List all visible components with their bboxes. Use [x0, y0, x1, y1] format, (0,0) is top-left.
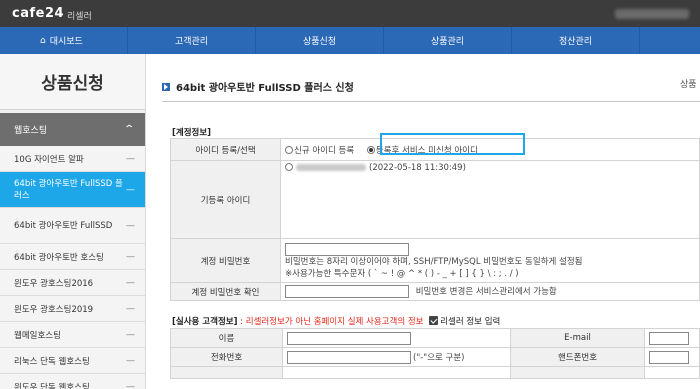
radio-new-id[interactable]: 신규 아이디 등록: [285, 145, 355, 156]
sidebar-item-giant-alpha[interactable]: 10G 자이언트 알파 —: [0, 146, 145, 172]
password-confirm-input[interactable]: [285, 285, 409, 298]
name-input[interactable]: [287, 331, 411, 345]
extra-row-label-2: [510, 366, 645, 379]
sidebar-item-label: 64bit 광아우토반 FullSSD 플러스: [14, 178, 123, 201]
existing-id-cell: (2022-05-18 11:30:49): [280, 160, 700, 239]
sidebar-item-label: 윈도우 광호스팅2019: [14, 304, 94, 315]
sidebar-item-label: 윈도우 단독 웹호스팅: [14, 382, 90, 389]
sidebar-item-label: 64bit 광아우토반 FullSSD: [14, 220, 113, 231]
minus-icon: —: [126, 251, 135, 262]
minus-icon: —: [126, 355, 135, 366]
sidebar-item-windows-2019[interactable]: 윈도우 광호스팅2019 —: [0, 296, 145, 322]
email-cell: [644, 328, 700, 348]
pw-cell: 비밀번호는 8자리 이상이어야 하며, SSH/FTP/MySQL 비밀번호도 …: [280, 238, 700, 283]
phone-cell: ("-"으로 구분): [282, 347, 511, 367]
pw-confirm-help: 비밀번호 변경은 서비스관리에서 가능함: [415, 287, 557, 297]
customer-section-title: [실사용 고객정보]: [172, 317, 238, 327]
nav-dashboard[interactable]: ⌂ 대시보드: [0, 27, 128, 54]
sidebar-item-fullssd[interactable]: 64bit 광아우토반 FullSSD —: [0, 208, 145, 244]
customer-section-header: [실사용 고객정보] : 리셀러정보가 아닌 홈페이지 실제 사용고객의 정보 …: [172, 315, 500, 327]
email-label: E-mail: [510, 328, 645, 348]
nav-product-management[interactable]: 상품관리: [384, 27, 512, 54]
page-title-row: 64bit 광아우토반 FullSSD 플러스 신청: [162, 79, 354, 94]
highlight-box: [380, 133, 525, 155]
mobile-label: 핸드폰번호: [510, 347, 645, 367]
minus-icon: —: [126, 184, 135, 195]
extra-row-label: [170, 366, 283, 379]
sidebar-title: 상품신청: [0, 54, 145, 110]
blurred-account-id: [296, 164, 366, 171]
sidebar-section-webhosting[interactable]: 웹호스팅 ⌃: [0, 113, 145, 146]
radio-new-id-label: 신규 아이디 등록: [294, 145, 355, 156]
sidebar-item-label: 10G 자이언트 알파: [14, 154, 84, 165]
password-input[interactable]: [285, 243, 409, 256]
pw-special-chars-text: ※사용가능한 특수문자 ( ` ~ ! @ ^ * ( ) - _ + [ ] …: [285, 269, 519, 279]
name-label: 이름: [170, 328, 283, 348]
existing-id-date: (2022-05-18 11:30:49): [369, 163, 466, 173]
title-divider: [162, 101, 700, 102]
sidebar-item-label: 리눅스 단독 웹호스팅: [14, 356, 90, 367]
sidebar-item-label: 웹메일호스팅: [14, 330, 61, 341]
minus-icon: —: [126, 153, 135, 164]
phone-input[interactable]: [287, 350, 411, 364]
minus-icon: —: [126, 329, 135, 340]
main-nav: ⌂ 대시보드 고객관리 상품신청 상품관리 정산관리: [0, 27, 700, 54]
id-reg-label: 아이디 등록/선택: [170, 138, 281, 161]
breadcrumb[interactable]: 상품: [680, 77, 697, 90]
phone-hint: ("-"으로 구분): [413, 352, 465, 363]
extra-row-cell: [282, 366, 511, 379]
mobile-input[interactable]: [649, 350, 689, 364]
reseller-label: 리셀러: [67, 12, 92, 22]
top-bar: cafe24 리셀러: [0, 0, 700, 27]
nav-product-apply[interactable]: 상품신청: [256, 27, 384, 54]
sidebar-item-windows-2016[interactable]: 윈도우 광호스팅2016 —: [0, 270, 145, 296]
minus-icon: —: [126, 303, 135, 314]
radio-icon: [285, 145, 293, 154]
sidebar-item-label: 윈도우 광호스팅2016: [14, 278, 94, 289]
account-form: 아이디 등록/선택 신규 아이디 등록 등록후 서비스 미신청 아이디 기등록 …: [170, 138, 700, 301]
nav-settlement[interactable]: 정산관리: [512, 27, 640, 54]
chevron-up-icon: ⌃: [122, 124, 135, 135]
sidebar-item-linux-dedicated[interactable]: 리눅스 단독 웹호스팅 —: [0, 348, 145, 374]
main-content: 64bit 광아우토반 FullSSD 플러스 신청 상품 [계정정보] 아이디…: [146, 54, 700, 389]
minus-icon: —: [126, 277, 135, 288]
radio-selected-icon: [366, 145, 375, 154]
reseller-info-label: 리셀러 정보 입력: [440, 317, 501, 327]
phone-label: 전화번호: [170, 347, 283, 367]
extra-row-cell-2: [644, 366, 700, 379]
sidebar-section-label: 웹호스팅: [14, 126, 48, 136]
cafe24-logo[interactable]: cafe24: [12, 6, 64, 21]
play-icon: [162, 82, 170, 91]
mobile-cell: [644, 347, 700, 367]
existing-id-label: 기등록 아이디: [170, 160, 281, 239]
sidebar-item-fullssd-plus[interactable]: 64bit 광아우토반 FullSSD 플러스 —: [0, 172, 145, 208]
customer-form: 이름 E-mail 전화번호 ("-"으로 구분) 핸드폰번호: [170, 328, 700, 379]
pw-confirm-label: 계정 비밀번호 확인: [170, 282, 281, 301]
email-input[interactable]: [649, 331, 689, 345]
pw-confirm-cell: 비밀번호 변경은 서비스관리에서 가능함: [280, 282, 700, 301]
reseller-info-checkbox[interactable]: [429, 316, 439, 325]
radio-existing-account[interactable]: [285, 163, 293, 171]
page-title: 64bit 광아우토반 FullSSD 플러스 신청: [176, 83, 354, 94]
name-cell: [282, 328, 511, 348]
nav-customer-management[interactable]: 고객관리: [128, 27, 256, 54]
account-section-title: [계정정보]: [172, 128, 212, 138]
pw-label: 계정 비밀번호: [170, 238, 281, 283]
account-info-blurred: [615, 9, 689, 19]
sidebar-item-windows-dedicated[interactable]: 윈도우 단독 웹호스팅 —: [0, 374, 145, 389]
minus-icon: —: [126, 220, 135, 231]
pw-help-text: 비밀번호는 8자리 이상이어야 하며, SSH/FTP/MySQL 비밀번호도 …: [285, 257, 583, 267]
minus-icon: —: [126, 381, 135, 389]
sidebar-item-autobahn-hosting[interactable]: 64bit 광아우토반 호스팅 —: [0, 244, 145, 270]
sidebar: 상품신청 웹호스팅 ⌃ 10G 자이언트 알파 — 64bit 광아우토반 Fu…: [0, 54, 146, 389]
nav-dashboard-label: 대시보드: [49, 37, 83, 47]
sidebar-item-label: 64bit 광아우토반 호스팅: [14, 252, 104, 263]
customer-section-note: : 리셀러정보가 아닌 홈페이지 실제 사용고객의 정보: [237, 317, 424, 327]
sidebar-item-webmail[interactable]: 웹메일호스팅 —: [0, 322, 145, 348]
home-icon: ⌂: [40, 35, 46, 46]
